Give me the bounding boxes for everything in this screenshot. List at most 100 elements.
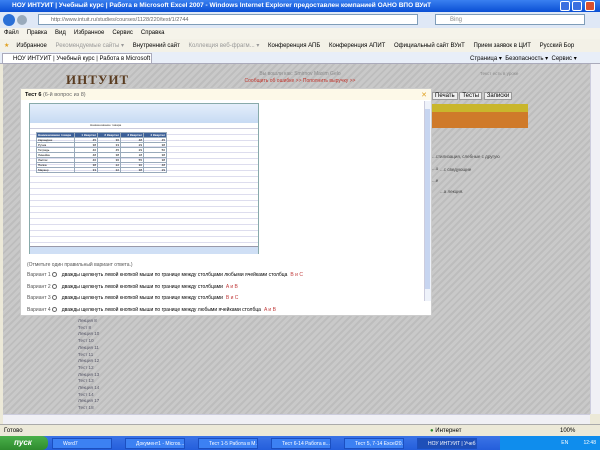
language-indicator[interactable]: EN [561, 440, 568, 446]
task-button[interactable]: Тест 6-14 Работа в... [271, 438, 331, 449]
table-cell: 38 [120, 167, 144, 173]
internet-zone: ● Интернет [430, 428, 461, 434]
maximize-button[interactable] [572, 1, 582, 11]
fav-link[interactable]: Официальный сайт ВУиТ [394, 43, 465, 49]
back-icon[interactable] [3, 14, 15, 26]
option-letters: B и C [290, 272, 303, 278]
menu-favorites[interactable]: Избранное [74, 30, 104, 36]
tests-button[interactable]: Тесты [459, 92, 483, 100]
fav-link[interactable]: Русский Бор [540, 43, 575, 49]
radio-button[interactable] [51, 306, 57, 312]
nav-link[interactable]: Лекция 13 [78, 372, 99, 379]
menu-help[interactable]: Справка [141, 30, 165, 36]
menu-view[interactable]: Вид [55, 30, 66, 36]
answer-option[interactable]: Вариант 2 дважды щелкнуть левой кнопкой м… [27, 284, 422, 290]
option-letters: A и B [263, 306, 276, 313]
favorites-button[interactable]: Избранное [16, 43, 46, 49]
nav-link[interactable]: Тест 12 [78, 365, 99, 372]
start-button[interactable]: пуск [0, 436, 48, 450]
nav-link[interactable]: Лекция 10 [78, 331, 99, 338]
page-menu[interactable]: Страница ▾ [470, 56, 502, 62]
side-text: ...о [432, 166, 439, 171]
nav-link[interactable]: Лекция 12 [78, 358, 99, 365]
answer-option[interactable]: Вариант 1 дважды щелкнуть левой кнопкой м… [27, 272, 422, 278]
side-text: ...стилизация, слебные с другую [432, 154, 500, 159]
excel-screenshot: Наименование товара Наименование товара 1… [29, 103, 259, 254]
question-instruction: (Отметьте один правильный вариант ответа… [27, 262, 133, 268]
notes-button[interactable]: Записки [483, 92, 513, 100]
option-label: Вариант 3 [27, 295, 51, 301]
login-line: Вы вошли как: Smirnov Maxim Gelo [259, 71, 341, 77]
nav-link[interactable]: Тест 18 [78, 405, 99, 412]
task-button-active[interactable]: НОУ ИНТУИТ | Учеб... [417, 438, 477, 449]
page-horizontal-scrollbar[interactable] [3, 414, 590, 424]
option-text: дважды щелкнуть левой кнопкой мыши по гр… [61, 306, 261, 313]
safety-menu[interactable]: Безопасность ▾ [505, 56, 548, 62]
excel-ribbon [30, 104, 258, 123]
side-text: ...а лекция. [440, 189, 464, 194]
tools-menu[interactable]: Сервис ▾ [552, 56, 577, 62]
report-links[interactable]: Сообщить об ошибке >> Пополнить выручку … [230, 78, 370, 85]
task-button[interactable]: Тест 5, 7-14 Excel20... [344, 438, 404, 449]
system-tray: EN 12:48 [500, 436, 600, 450]
radio-button[interactable] [51, 283, 57, 289]
nav-link[interactable]: Лекция 8 [78, 318, 99, 325]
task-button[interactable]: Word7 [52, 438, 112, 449]
globe-icon: ● [430, 428, 434, 434]
option-label: Вариант 2 [27, 283, 51, 290]
minimize-button[interactable] [560, 1, 570, 11]
zoom-level[interactable]: 100% [560, 428, 575, 434]
fav-link[interactable]: Прием заявок в ЦИТ [473, 43, 531, 49]
option-letters: B и C [225, 295, 239, 301]
option-label: Вариант 1 [27, 272, 51, 278]
task-button[interactable]: Тест 1-5 Работа в M... [198, 438, 258, 449]
search-input[interactable]: Bing [435, 14, 585, 25]
dialog-title: Тест 6 [25, 92, 42, 98]
close-icon[interactable]: ✕ [421, 91, 427, 99]
nav-link[interactable]: Тест 13 [78, 378, 99, 385]
dialog-header: Тест 6 (6-й вопрос из 8) ✕ [21, 89, 431, 100]
status-bar: Готово ● Интернет 100% [0, 424, 600, 436]
dialog-subtitle: (6-й вопрос из 8) [42, 92, 86, 98]
fav-suggested[interactable]: Рекомендуемые сайты ▾ [55, 43, 124, 49]
nav-link[interactable]: Лекция 14 [78, 385, 99, 392]
option-text: дважды щелкнуть левой кнопкой мыши по гр… [61, 272, 288, 278]
clock: 12:48 [583, 440, 596, 446]
fav-link[interactable]: Внутренний сайт [133, 43, 180, 49]
side-text: ...е [432, 178, 439, 183]
menu-tools[interactable]: Сервис [112, 30, 133, 36]
fav-link[interactable]: Конференция АПИТ [329, 43, 385, 49]
answer-option[interactable]: Вариант 4 дважды щелкнуть левой кнопкой м… [27, 307, 422, 313]
nav-link[interactable]: Тест 11 [78, 352, 99, 359]
menu-file[interactable]: Файл [4, 30, 19, 36]
option-label: Вариант 4 [27, 306, 51, 313]
favorites-bar: ★ Избранное Рекомендуемые сайты ▾ Внутрен… [0, 39, 600, 52]
table-row: Маркер 33 22 38 29 [36, 167, 167, 173]
option-letters: A и B [225, 283, 238, 290]
menu-bar: Файл Правка Вид Избранное Сервис Справка [0, 28, 600, 39]
nav-link[interactable]: Тест 10 [78, 338, 99, 345]
task-button[interactable]: Документ1 - Micros... [125, 438, 185, 449]
menu-edit[interactable]: Правка [27, 30, 47, 36]
answer-option[interactable]: Вариант 3 дважды щелкнуть левой кнопкой м… [27, 295, 422, 301]
table-cell: Маркер [36, 167, 75, 173]
status-text: Готово [4, 428, 23, 434]
browser-tab[interactable]: НОУ ИНТУИТ | Учебный курс | Работа в Mic… [2, 53, 152, 64]
nav-link[interactable]: Тест 14 [78, 392, 99, 399]
nav-link[interactable]: Тест 8 [78, 325, 99, 332]
url-input[interactable]: http://www.intuit.ru/studies/courses/112… [38, 14, 418, 25]
nav-link[interactable]: Лекция 11 [78, 345, 99, 352]
fav-link[interactable]: Коллекция веб-фрагм... ▾ [189, 43, 260, 49]
dialog-scroll-thumb[interactable] [425, 109, 430, 289]
radio-button[interactable] [51, 272, 57, 278]
close-button[interactable] [585, 1, 595, 11]
fav-link[interactable]: Конференция АПБ [268, 43, 320, 49]
radio-button[interactable] [51, 295, 57, 301]
forward-icon[interactable] [17, 15, 27, 25]
right-top-text: Текст есть в уроке [480, 71, 519, 76]
print-button[interactable]: Печать [432, 92, 458, 100]
orange-band [432, 112, 528, 128]
nav-link[interactable]: Лекция 17 [78, 398, 99, 405]
star-icon: ★ [4, 43, 10, 49]
page-vertical-scrollbar[interactable] [590, 64, 600, 414]
